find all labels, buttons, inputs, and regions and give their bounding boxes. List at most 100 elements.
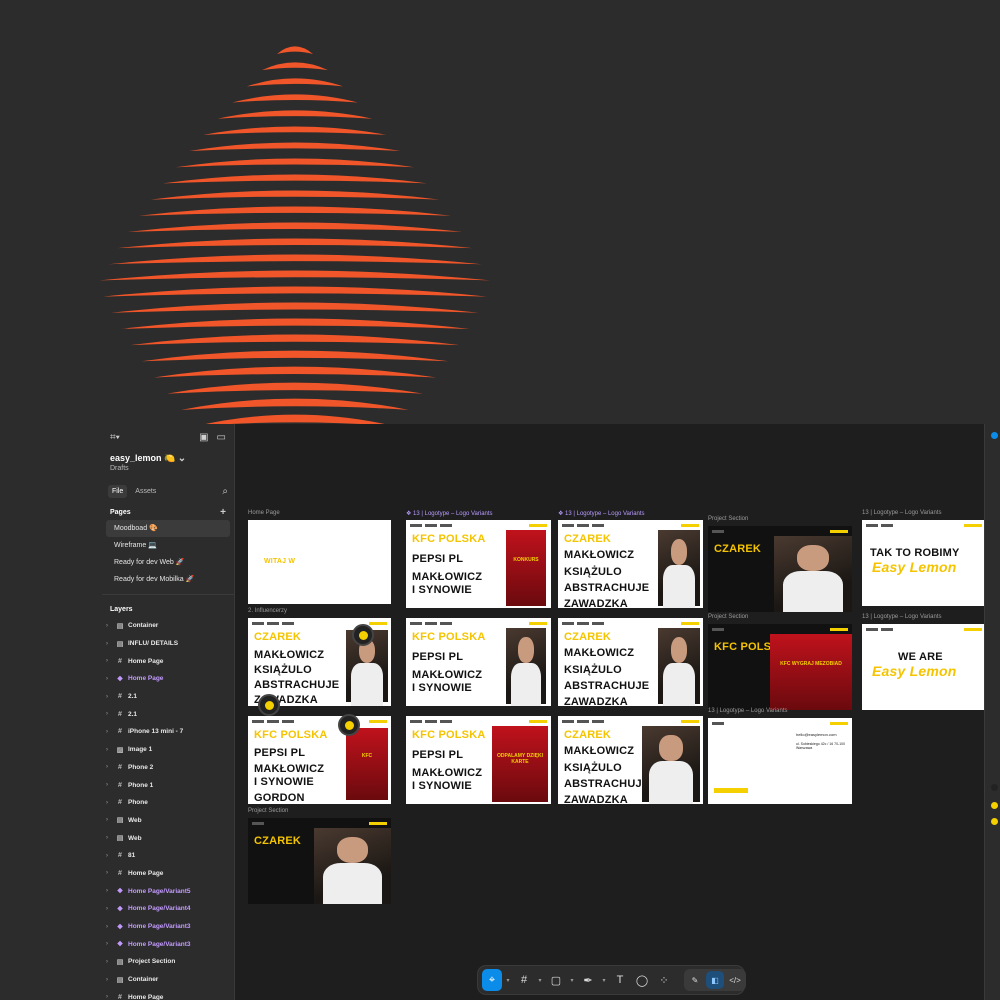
shape-tool-button[interactable]: ▢: [546, 969, 566, 991]
contact-form-frame[interactable]: hello@easylemon.com ul. Sobieskiego 42c …: [708, 718, 852, 804]
cursor-avatar[interactable]: [338, 714, 360, 736]
layer-row[interactable]: › ▤ Web: [102, 812, 234, 830]
chevron-right-icon[interactable]: ›: [106, 835, 112, 841]
user-avatar[interactable]: [991, 432, 998, 439]
search-icon[interactable]: ⌕: [222, 486, 228, 497]
frame-label[interactable]: 13 | Logotype – Logo Variants: [862, 510, 942, 516]
canvas[interactable]: Home Page WITAJ W 2. Influencerzy CZAREK…: [236, 424, 984, 1000]
project-section-frame[interactable]: CZAREK: [708, 526, 852, 612]
logo-variant-frame[interactable]: WE ARE Easy Lemon: [862, 624, 984, 710]
chevron-down-icon[interactable]: ▾: [568, 969, 576, 991]
chevron-right-icon[interactable]: ›: [106, 994, 112, 1000]
dev-mode-button[interactable]: </>: [726, 971, 744, 989]
layer-row[interactable]: › #2.1: [102, 688, 234, 706]
layer-row[interactable]: › ❖ Home Page/Variant4: [102, 900, 234, 918]
logo-variant-frame[interactable]: TAK TO ROBIMY Easy Lemon: [862, 520, 984, 606]
chevron-right-icon[interactable]: ›: [106, 800, 112, 806]
layer-row[interactable]: › # Home Page: [102, 865, 234, 883]
chevron-down-icon[interactable]: ▾: [600, 969, 608, 991]
design-mode-button[interactable]: ◧: [706, 971, 724, 989]
frame-label[interactable]: Project Section: [708, 516, 748, 522]
pen-tool-button[interactable]: ✒: [578, 969, 598, 991]
layer-row[interactable]: › # iPhone 13 mini - 7: [102, 723, 234, 741]
move-tool-button[interactable]: ⌖: [482, 969, 502, 991]
color-swatch[interactable]: [991, 784, 998, 791]
page-item-ready-mobile[interactable]: Ready for dev Mobilka 🚀: [106, 571, 230, 588]
logo-variant-frame[interactable]: CZAREK MAKŁOWICZ KSIĄŻULO ABSTRACHUJE ZA…: [558, 520, 703, 608]
frame-label[interactable]: Project Section: [248, 808, 288, 814]
project-section-frame[interactable]: CZAREK: [248, 818, 391, 904]
logo-variant-frame[interactable]: KFC POLSKA PEPSI PL MAKŁOWICZ I SYNOWIE: [406, 618, 551, 706]
project-section-frame[interactable]: KFC POLSKA KFC WYGRAJ MEZOBIAD: [708, 624, 852, 710]
layer-row[interactable]: › ▨ Image 1: [102, 741, 234, 759]
chevron-right-icon[interactable]: ›: [106, 941, 112, 947]
color-swatch[interactable]: [991, 818, 998, 825]
chevron-right-icon[interactable]: ›: [106, 694, 112, 700]
layer-row[interactable]: › ❖ Home Page/Variant5: [102, 882, 234, 900]
add-page-icon[interactable]: +: [220, 507, 226, 518]
chevron-right-icon[interactable]: ›: [106, 906, 112, 912]
layer-row[interactable]: › ▤ INFLU/ DETAILS: [102, 635, 234, 653]
logo-variant-frame[interactable]: CZAREK MAKŁOWICZ KSIĄŻULO ABSTRACHUJE ZA…: [558, 618, 703, 706]
ui3-toggle-icon[interactable]: ▣: [199, 432, 208, 443]
chevron-right-icon[interactable]: ›: [106, 959, 112, 965]
layer-row[interactable]: › # Phone 2: [102, 759, 234, 777]
chevron-right-icon[interactable]: ›: [106, 711, 112, 717]
draw-mode-button[interactable]: ✎: [686, 971, 704, 989]
frame-label[interactable]: Home Page: [248, 510, 280, 516]
main-menu-icon[interactable]: ⌗▾: [110, 432, 120, 443]
frame-label[interactable]: 2. Influencerzy: [248, 608, 287, 614]
logo-variant-frame[interactable]: CZAREK MAKŁOWICZ KSIĄŻULO ABSTRACHUJE ZA…: [558, 716, 703, 804]
chevron-right-icon[interactable]: ›: [106, 676, 112, 682]
frame-label[interactable]: 13 | Logotype – Logo Variants: [862, 614, 942, 620]
layer-row[interactable]: › ▤ Container: [102, 971, 234, 989]
color-swatch[interactable]: [991, 802, 998, 809]
page-item-moodboard[interactable]: Moodboad 🎨: [106, 520, 230, 537]
frame-tool-button[interactable]: #: [514, 969, 534, 991]
chevron-right-icon[interactable]: ›: [106, 729, 112, 735]
chevron-right-icon[interactable]: ›: [106, 924, 112, 930]
home-page-frame[interactable]: WITAJ W: [248, 520, 391, 604]
layer-row[interactable]: › ▤ Container: [102, 617, 234, 635]
chevron-right-icon[interactable]: ›: [106, 623, 112, 629]
chevron-down-icon[interactable]: ⌄: [178, 453, 186, 465]
actions-tool-button[interactable]: ⁘: [654, 969, 674, 991]
page-item-wireframe[interactable]: Wireframe 💻: [106, 537, 230, 554]
chevron-right-icon[interactable]: ›: [106, 782, 112, 788]
chevron-right-icon[interactable]: ›: [106, 641, 112, 647]
chevron-right-icon[interactable]: ›: [106, 817, 112, 823]
chevron-down-icon[interactable]: ▾: [536, 969, 544, 991]
logo-variant-frame[interactable]: KFC POLSKA PEPSI PL MAKŁOWICZ I SYNOWIE …: [406, 520, 551, 608]
layer-row[interactable]: › # Phone 1: [102, 776, 234, 794]
cursor-avatar[interactable]: [352, 624, 374, 646]
chevron-right-icon[interactable]: ›: [106, 870, 112, 876]
text-tool-button[interactable]: T: [610, 969, 630, 991]
influencer-frame[interactable]: KFC POLSKA PEPSI PL MAKŁOWICZ I SYNOWIE …: [248, 716, 391, 804]
layer-row[interactable]: › #81: [102, 847, 234, 865]
chevron-right-icon[interactable]: ›: [106, 747, 112, 753]
cursor-avatar[interactable]: [258, 694, 280, 716]
chevron-right-icon[interactable]: ›: [106, 977, 112, 983]
layer-row[interactable]: › # Phone: [102, 794, 234, 812]
layer-row[interactable]: › # Home Page: [102, 652, 234, 670]
frame-label[interactable]: 13 | Logotype – Logo Variants: [708, 708, 788, 714]
layer-row[interactable]: › ❖ Home Page: [102, 670, 234, 688]
chevron-right-icon[interactable]: ›: [106, 853, 112, 859]
chevron-right-icon[interactable]: ›: [106, 764, 112, 770]
layer-row[interactable]: › ❖ Home Page/Variant3: [102, 918, 234, 936]
collapse-sidebar-icon[interactable]: ▭: [217, 432, 226, 443]
chevron-down-icon[interactable]: ▾: [504, 969, 512, 991]
chevron-right-icon[interactable]: ›: [106, 658, 112, 664]
logo-variant-frame[interactable]: KFC POLSKA PEPSI PL MAKŁOWICZ I SYNOWIE …: [406, 716, 551, 804]
chevron-right-icon[interactable]: ›: [106, 888, 112, 894]
tab-assets[interactable]: Assets: [131, 485, 160, 498]
component-label[interactable]: ❖ 13 | Logotype – Logo Variants: [406, 510, 493, 517]
component-label[interactable]: ❖ 13 | Logotype – Logo Variants: [558, 510, 645, 517]
layer-row[interactable]: › ▤ Web: [102, 829, 234, 847]
tab-file[interactable]: File: [108, 484, 128, 498]
layer-row[interactable]: › ▤ Project Section: [102, 953, 234, 971]
file-name[interactable]: easy_lemon 🍋 ⌄: [102, 452, 234, 464]
page-item-ready-web[interactable]: Ready for dev Web 🚀: [106, 554, 230, 571]
layer-row[interactable]: › #2.1: [102, 705, 234, 723]
comment-tool-button[interactable]: ◯: [632, 969, 652, 991]
